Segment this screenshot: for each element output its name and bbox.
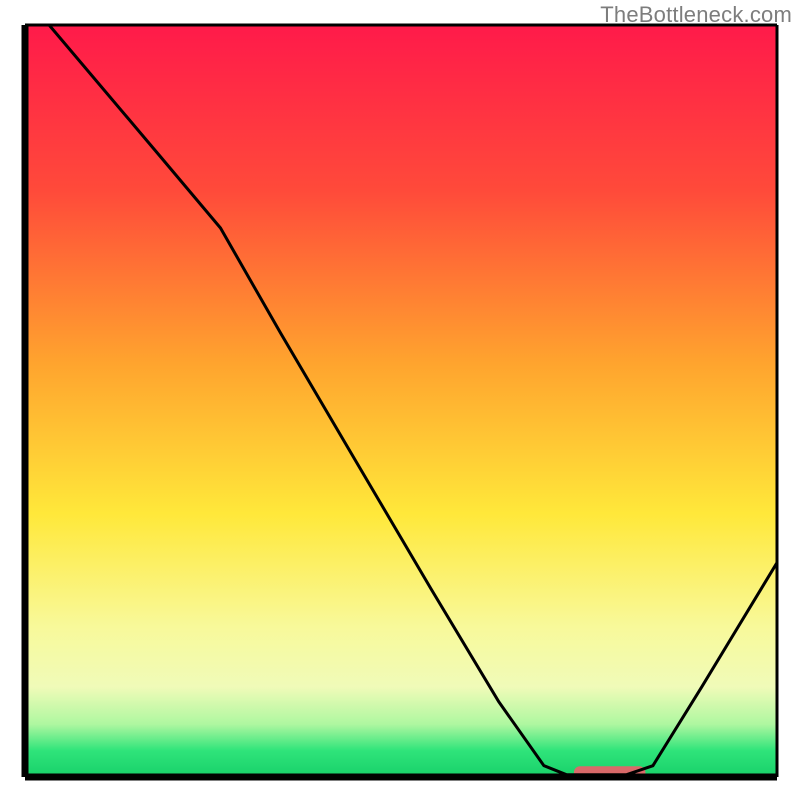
gradient-background (25, 25, 777, 777)
watermark-text: TheBottleneck.com (600, 2, 792, 28)
bottleneck-chart (0, 0, 800, 800)
chart-container: { "watermark": "TheBottleneck.com", "cha… (0, 0, 800, 800)
